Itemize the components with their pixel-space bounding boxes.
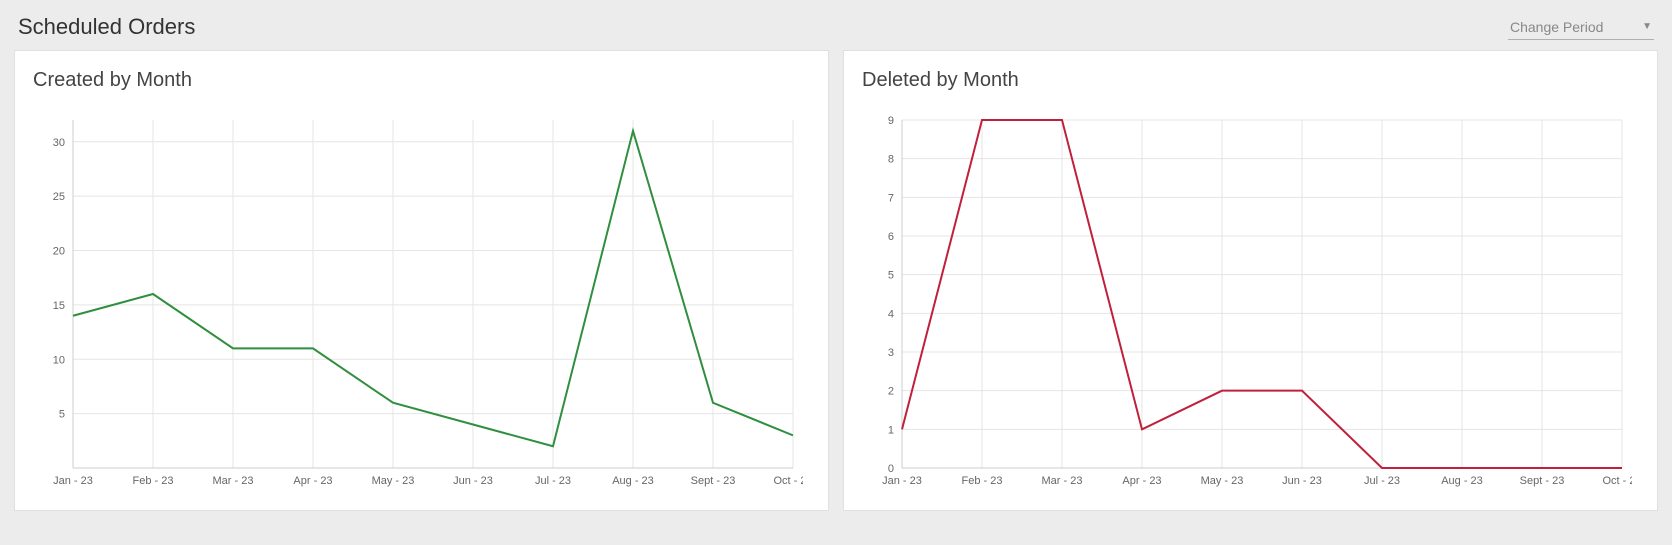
svg-text:May - 23: May - 23 — [372, 475, 415, 487]
page-title: Scheduled Orders — [18, 14, 195, 40]
svg-text:25: 25 — [53, 191, 65, 203]
svg-text:Oct - 23: Oct - 23 — [773, 475, 803, 487]
svg-text:4: 4 — [888, 308, 894, 320]
chart-created-by-month: 5 10 15 20 25 30 Jan - 23 Feb - 23 Mar - 23 Apr -… — [33, 98, 803, 498]
svg-text:Mar - 23: Mar - 23 — [213, 475, 254, 487]
svg-text:Apr - 23: Apr - 23 — [293, 475, 332, 487]
svg-text:15: 15 — [53, 300, 65, 312]
svg-text:5: 5 — [59, 409, 65, 421]
chart-title-deleted: Deleted by Month — [862, 69, 1639, 92]
change-period-label: Change Period — [1510, 19, 1603, 35]
chart-card-created: Created by Month 5 10 15 20 25 30 Jan - 23 Feb … — [14, 50, 829, 511]
chart-title-created: Created by Month — [33, 69, 810, 92]
svg-text:Jan - 23: Jan - 23 — [53, 475, 93, 487]
svg-text:Apr - 23: Apr - 23 — [1122, 475, 1161, 487]
svg-text:Jun - 23: Jun - 23 — [453, 475, 493, 487]
svg-text:Jul - 23: Jul - 23 — [535, 475, 571, 487]
svg-text:Aug - 23: Aug - 23 — [1441, 475, 1483, 487]
svg-text:0: 0 — [888, 463, 894, 475]
svg-text:Jan - 23: Jan - 23 — [882, 475, 922, 487]
svg-text:Jul - 23: Jul - 23 — [1364, 475, 1400, 487]
chart-card-deleted: Deleted by Month 0 1 2 3 4 5 6 7 8 9 Jan - 23 Feb -… — [843, 50, 1658, 511]
svg-text:1: 1 — [888, 424, 894, 436]
change-period-select[interactable]: Change Period ▼ — [1508, 15, 1654, 40]
svg-text:Sept - 23: Sept - 23 — [691, 475, 736, 487]
svg-text:30: 30 — [53, 137, 65, 149]
svg-text:Aug - 23: Aug - 23 — [612, 475, 654, 487]
svg-text:Feb - 23: Feb - 23 — [962, 475, 1003, 487]
svg-text:6: 6 — [888, 231, 894, 243]
svg-text:8: 8 — [888, 154, 894, 166]
svg-text:May - 23: May - 23 — [1201, 475, 1244, 487]
chevron-down-icon: ▼ — [1642, 21, 1652, 32]
svg-text:Jun - 23: Jun - 23 — [1282, 475, 1322, 487]
header-row: Scheduled Orders Change Period ▼ — [14, 14, 1658, 50]
svg-text:Oct - 23: Oct - 23 — [1602, 475, 1632, 487]
svg-text:3: 3 — [888, 347, 894, 359]
svg-text:Mar - 23: Mar - 23 — [1042, 475, 1083, 487]
chart-deleted-by-month: 0 1 2 3 4 5 6 7 8 9 Jan - 23 Feb - 23 Mar - 23 Apr - … — [862, 98, 1632, 498]
svg-text:Feb - 23: Feb - 23 — [133, 475, 174, 487]
charts-row: Created by Month 51015202530Jan - 23Feb … — [14, 50, 1658, 511]
svg-text:Sept - 23: Sept - 23 — [1520, 475, 1565, 487]
svg-text:9: 9 — [888, 115, 894, 127]
svg-text:20: 20 — [53, 246, 65, 258]
svg-text:10: 10 — [53, 354, 65, 366]
svg-text:2: 2 — [888, 386, 894, 398]
svg-text:7: 7 — [888, 192, 894, 204]
svg-text:5: 5 — [888, 270, 894, 282]
